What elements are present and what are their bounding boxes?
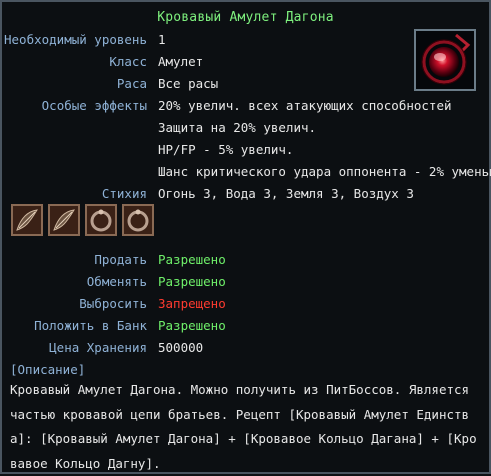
ring-icon[interactable]	[85, 204, 117, 236]
perm-row-bank: Положить в Банк Разрешено	[2, 316, 489, 336]
stat-value: 20% увелич. всех атакующих способностей	[158, 98, 452, 113]
stat-row-race: Раса Все расы	[2, 74, 489, 94]
stat-value: HP/FP - 5% увелич.	[158, 142, 294, 157]
stat-row-effect-4: Шанс критического удара оппонента - 2% у…	[2, 162, 491, 182]
stat-row-element: Стихия Огонь 3, Вода 3, Земля 3, Воздух …	[2, 184, 489, 204]
stat-row-effects: Особые эффекты 20% увелич. всех атакующи…	[2, 96, 489, 116]
perm-value: Разрешено	[158, 318, 226, 333]
perm-label: Обменять	[86, 274, 147, 289]
stat-label: Раса	[116, 76, 147, 91]
perm-row-storage-price: Цена Хранения 500000	[2, 338, 489, 358]
perm-label: Выбросить	[79, 296, 147, 311]
perm-label: Цена Хранения	[49, 340, 147, 355]
stat-value: Все расы	[158, 76, 219, 91]
stat-value: Амулет	[158, 54, 204, 69]
stat-row-effect-3: HP/FP - 5% увелич.	[2, 140, 489, 160]
stat-row-class: Класс Амулет	[2, 52, 489, 72]
perm-label: Продать	[94, 252, 147, 267]
item-title: Кровавый Амулет Дагона	[157, 10, 334, 25]
perm-row-trade: Обменять Разрешено	[2, 272, 489, 292]
stat-value: Защита на 20% увелич.	[158, 120, 317, 135]
stat-value: Огонь 3, Вода 3, Земля 3, Воздух 3	[158, 186, 414, 201]
stat-value: Шанс критического удара оппонента - 2% у…	[158, 164, 491, 179]
stat-label: Особые эффекты	[41, 98, 147, 113]
leaf-rune-icon[interactable]	[48, 204, 80, 236]
stat-row-level: Необходимый уровень 1	[2, 30, 489, 50]
perm-row-drop: Выбросить Запрещено	[2, 294, 489, 314]
perm-row-sell: Продать Разрешено	[2, 250, 489, 270]
stat-label: Класс	[109, 54, 147, 69]
stat-label: Необходимый уровень	[4, 32, 147, 47]
description-header: [Описание]	[10, 362, 86, 377]
perm-value: Запрещено	[158, 296, 226, 311]
perm-value: Разрешено	[158, 274, 226, 289]
ring-icon[interactable]	[122, 204, 154, 236]
stat-row-effect-2: Защита на 20% увелич.	[2, 118, 489, 138]
perm-label: Положить в Банк	[34, 318, 147, 333]
leaf-rune-icon[interactable]	[11, 204, 43, 236]
perm-value: 500000	[158, 340, 204, 355]
stat-value: 1	[158, 32, 166, 47]
stat-label: Стихия	[101, 186, 147, 201]
item-tooltip-panel: Кровавый Амулет Дагона Необходимый урове…	[0, 0, 491, 474]
description-text: Кровавый Амулет Дагона. Можно получить и…	[10, 382, 477, 471]
perm-value: Разрешено	[158, 252, 226, 267]
